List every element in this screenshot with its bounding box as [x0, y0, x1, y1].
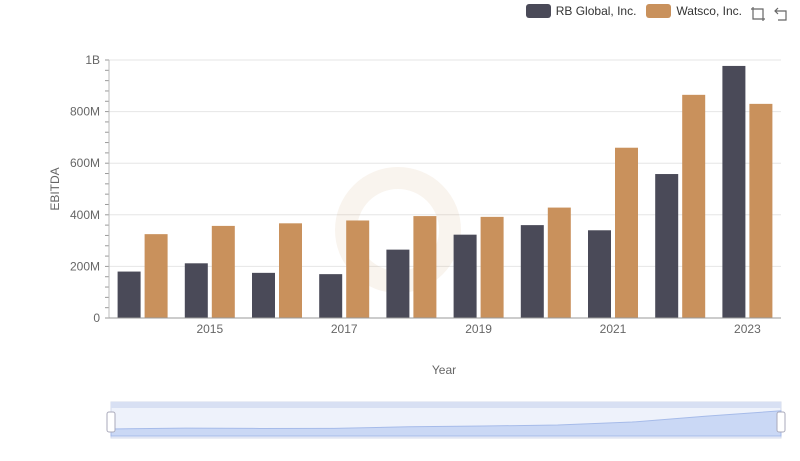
bar-rb-global-2020: [520, 225, 544, 318]
x-axis: 2015 2017 2019 2021 2023: [109, 317, 781, 336]
y-tick-label: 1B: [85, 53, 100, 67]
bar-watsco-2017: [346, 220, 370, 318]
y-tick-label: 400M: [70, 208, 100, 222]
bar-rb-global-2021: [588, 230, 611, 318]
bar-rb-global-2015: [184, 263, 208, 318]
bar-watsco-2015: [211, 225, 235, 318]
data-zoom-slider[interactable]: [106, 401, 786, 439]
y-tick-label: 0: [93, 311, 100, 325]
x-axis-label: Year: [432, 363, 456, 377]
bar-rb-global-2022: [655, 174, 679, 318]
bar-rb-global-2018: [386, 249, 410, 318]
bar-rb-global-2019: [453, 234, 477, 318]
y-tick-label: 800M: [70, 105, 100, 119]
y-axis: 0 200M 400M 600M 800M 1B: [70, 53, 110, 325]
bar-watsco-2016: [279, 223, 302, 318]
bar-watsco-2014: [144, 234, 168, 318]
x-tick-label: 2019: [465, 322, 492, 336]
y-tick-label: 200M: [70, 259, 100, 273]
x-tick-label: 2021: [600, 322, 627, 336]
bar-rb-global-2016: [252, 272, 275, 318]
y-axis-label: EBITDA: [48, 167, 62, 210]
x-tick-label: 2017: [331, 322, 358, 336]
bar-watsco-2021: [615, 147, 638, 318]
bar-rb-global-2014: [117, 271, 141, 318]
bar-rb-global-2023: [722, 65, 746, 319]
bar-watsco-2020: [547, 207, 571, 318]
bar-watsco-2018: [413, 216, 437, 318]
slider-handle-left[interactable]: [106, 411, 116, 433]
x-tick-label: 2015: [196, 322, 223, 336]
slider-top-bar[interactable]: [111, 402, 781, 408]
bar-watsco-2022: [682, 94, 706, 318]
bar-rb-global-2017: [319, 274, 343, 318]
chart: 0 200M 400M 600M 800M 1B 2015 2017 2019 2021 2023…: [48, 53, 786, 439]
y-tick-label: 600M: [70, 156, 100, 170]
bar-watsco-2019: [480, 216, 504, 318]
bar-watsco-2023: [749, 103, 773, 318]
x-tick-label: 2023: [734, 322, 761, 336]
slider-handle-right[interactable]: [776, 411, 786, 433]
